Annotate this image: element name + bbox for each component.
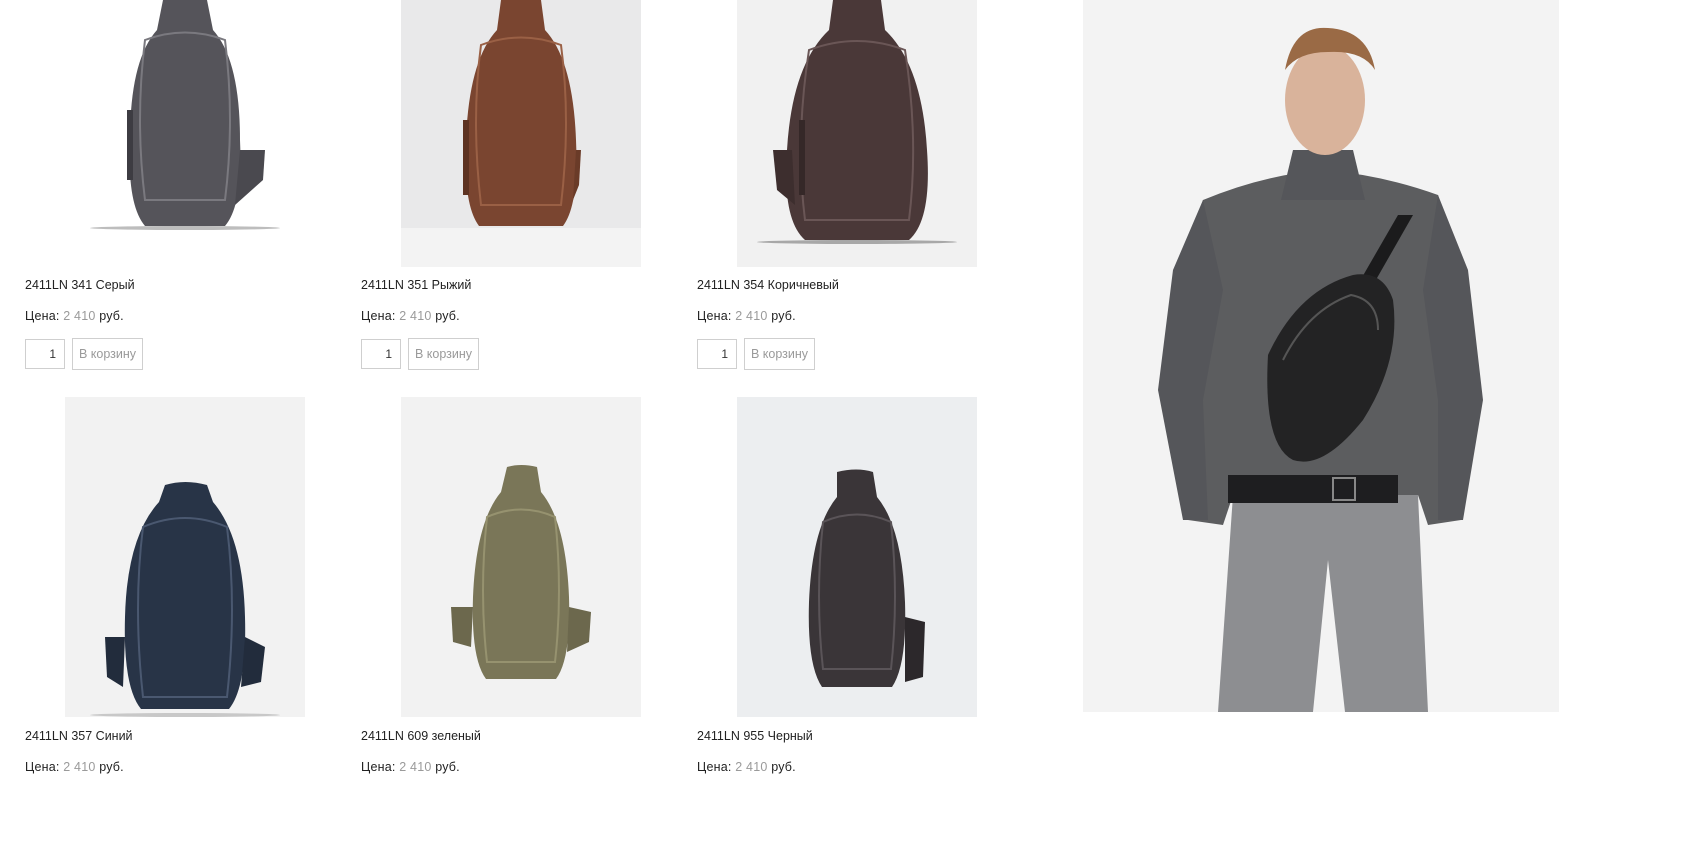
price-label: Цена: — [361, 309, 396, 323]
price-currency: руб. — [435, 309, 460, 323]
price-label: Цена: — [25, 760, 60, 774]
product-name[interactable]: 2411LN 354 Коричневый — [697, 278, 839, 292]
bag-image — [737, 0, 977, 267]
model-banner[interactable] — [1083, 0, 1559, 712]
price-value: 2 410 — [735, 760, 768, 774]
product-name[interactable]: 2411LN 357 Синий — [25, 729, 133, 743]
price-value: 2 410 — [735, 309, 768, 323]
bag-image — [401, 0, 641, 267]
product-price: Цена: 2 410 руб. — [25, 309, 124, 323]
product-price: Цена: 2 410 руб. — [25, 760, 124, 774]
product-image-1[interactable] — [401, 0, 641, 267]
model-wearing-bag-image — [1083, 0, 1559, 712]
bag-image — [65, 397, 305, 717]
product-name[interactable]: 2411LN 609 зеленый — [361, 729, 481, 743]
product-price: Цена: 2 410 руб. — [697, 760, 796, 774]
product-image-3[interactable] — [65, 397, 305, 717]
bag-image — [401, 397, 641, 717]
quantity-input[interactable] — [25, 339, 65, 369]
price-value: 2 410 — [63, 760, 96, 774]
product-name[interactable]: 2411LN 341 Серый — [25, 278, 135, 292]
price-currency: руб. — [99, 760, 124, 774]
price-value: 2 410 — [399, 760, 432, 774]
product-image-5[interactable] — [737, 397, 977, 717]
price-value: 2 410 — [399, 309, 432, 323]
add-to-cart-button[interactable]: В корзину — [408, 338, 480, 370]
price-label: Цена: — [361, 760, 396, 774]
add-to-cart-button[interactable]: В корзину — [72, 338, 144, 370]
price-currency: руб. — [435, 760, 460, 774]
product-name[interactable]: 2411LN 351 Рыжий — [361, 278, 471, 292]
product-name[interactable]: 2411LN 955 Черный — [697, 729, 813, 743]
quantity-input[interactable] — [361, 339, 401, 369]
price-label: Цена: — [697, 760, 732, 774]
product-image-4[interactable] — [401, 397, 641, 717]
price-currency: руб. — [771, 760, 796, 774]
product-image-2[interactable] — [737, 0, 977, 267]
price-currency: руб. — [771, 309, 796, 323]
price-label: Цена: — [697, 309, 732, 323]
product-price: Цена: 2 410 руб. — [697, 309, 796, 323]
product-price: Цена: 2 410 руб. — [361, 309, 460, 323]
price-label: Цена: — [25, 309, 60, 323]
bag-image — [65, 0, 305, 267]
quantity-input[interactable] — [697, 339, 737, 369]
price-value: 2 410 — [63, 309, 96, 323]
add-to-cart-button[interactable]: В корзину — [744, 338, 816, 370]
product-image-0[interactable] — [65, 0, 305, 267]
product-price: Цена: 2 410 руб. — [361, 760, 460, 774]
bag-image — [737, 397, 977, 717]
price-currency: руб. — [99, 309, 124, 323]
